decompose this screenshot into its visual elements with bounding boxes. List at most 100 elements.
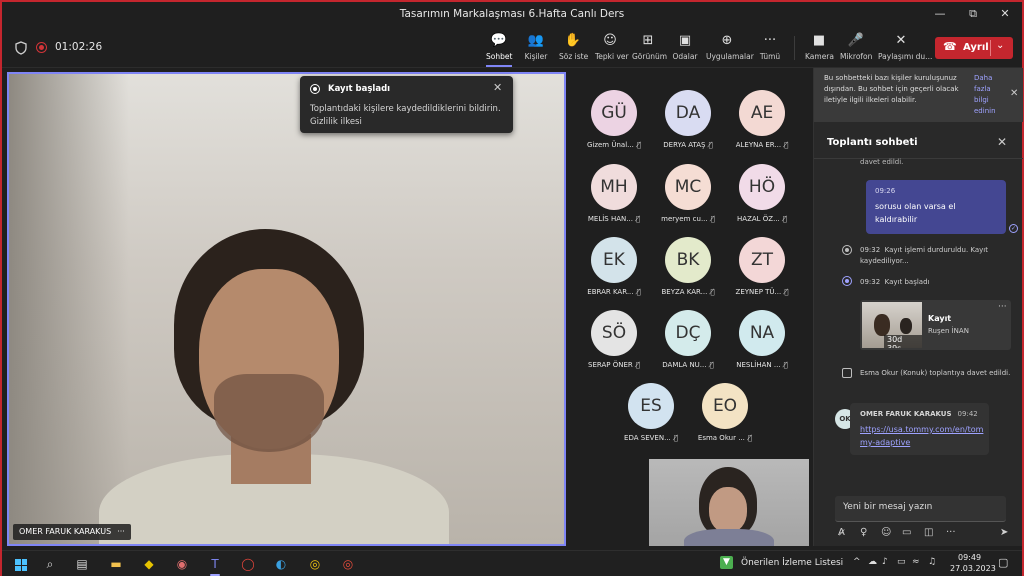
camera-button[interactable]: ■ Kamera — [805, 32, 834, 64]
participant-tile[interactable]: ES EDA SEVEN... 🎙̸ — [614, 371, 688, 443]
chevron-down-icon[interactable]: ⌄ — [996, 40, 1004, 51]
leave-divider — [990, 40, 991, 56]
event-text: Kayıt başladı — [884, 278, 930, 286]
mic-muted-icon: 🎙̸ — [747, 434, 753, 442]
send-icon[interactable]: ➤ — [1000, 527, 1008, 538]
search-icon[interactable]: ⌕ — [39, 554, 61, 574]
volume-icon[interactable]: ♫ — [928, 557, 936, 567]
self-video-preview[interactable] — [649, 459, 809, 546]
self-body — [684, 529, 774, 546]
participant-tile[interactable]: EO Esma Okur ... 🎙̸ — [688, 371, 762, 443]
view-button[interactable]: ⊞ Görünüm — [632, 32, 667, 64]
microphone-button[interactable]: 🎤 Mikrofon — [840, 32, 872, 64]
close-icon[interactable]: ✕ — [1010, 88, 1018, 99]
compose-box[interactable] — [835, 496, 1006, 522]
participant-tile[interactable]: MC meryem cu... 🎙̸ — [651, 152, 725, 224]
wifi-icon[interactable]: ≈ — [912, 557, 920, 567]
stop-share-button[interactable]: ✕ Paylaşımı du... — [878, 32, 932, 64]
speaker-name-tag: OMER FARUK KARAKUS ··· — [13, 524, 131, 540]
participant-tile[interactable]: AE ALEYNA ER... 🎙̸ — [725, 78, 799, 150]
mic-muted-icon: 🎙̸ — [784, 141, 789, 149]
recording-thumbnail[interactable]: 30d 39s — [862, 302, 922, 348]
message-time: 09:42 — [957, 410, 978, 418]
widgets-label[interactable]: Önerilen İzleme Listesi — [741, 558, 843, 568]
opera-icon[interactable]: ◯ — [237, 554, 259, 574]
privacy-policy-link[interactable]: Gizlilik ilkesi — [310, 116, 505, 129]
emoji-icon[interactable]: ☺ — [881, 527, 891, 538]
participant-name: meryem cu... 🎙̸ — [651, 215, 725, 223]
close-icon[interactable]: ✕ — [493, 81, 502, 94]
leave-button[interactable]: ☎ Ayrıl ⌄ — [935, 37, 1013, 59]
participant-tile[interactable]: ZT ZEYNEP TÜ... 🎙̸ — [725, 225, 799, 297]
apps-button[interactable]: ⊕ Uygulamalar — [706, 32, 754, 64]
minimize-button[interactable]: — — [929, 5, 951, 23]
format-icon[interactable]: A̷ — [838, 527, 845, 538]
sticky-notes-icon[interactable]: ◆ — [138, 554, 160, 574]
teams-icon[interactable]: T — [204, 554, 226, 576]
chrome-profile-icon[interactable]: ◎ — [337, 554, 359, 574]
file-explorer-icon[interactable]: ▬ — [105, 554, 127, 574]
onedrive-icon[interactable]: ☁ — [868, 557, 877, 567]
participant-chat-message[interactable]: OMER FARUK KARAKUS 09:42 https://usa.tomm… — [850, 403, 989, 455]
participant-tile[interactable]: NA NESLİHAN ... 🎙̸ — [725, 298, 799, 370]
avatar: DA — [665, 90, 711, 136]
mic-muted-icon: 🎙̸ — [783, 361, 788, 369]
chrome-icon[interactable]: ◎ — [304, 554, 326, 574]
more-options-icon[interactable]: ··· — [998, 302, 1007, 312]
participant-name: ALEYNA ER... 🎙̸ — [725, 141, 799, 149]
participant-name: DERYA ATAŞ 🎙̸ — [651, 141, 725, 149]
gif-icon[interactable]: ▭ — [902, 527, 911, 538]
raise-hand-button[interactable]: ✋ Söz iste — [559, 32, 588, 64]
recording-indicator-icon — [36, 42, 47, 53]
participant-tile[interactable]: MH MELİS HAN... 🎙̸ — [577, 152, 651, 224]
avatar: MC — [665, 164, 711, 210]
thumbnail-person — [874, 314, 890, 336]
more-actions-icon[interactable]: ··· — [946, 527, 956, 538]
participant-name: HAZAL ÖZ... 🎙̸ — [725, 215, 799, 223]
speaker-name: OMER FARUK KARAKUS — [19, 527, 112, 536]
clock-time[interactable]: 09:49 — [958, 553, 981, 562]
people-button[interactable]: 👥 Kişiler — [523, 32, 549, 64]
maximize-button[interactable]: ⧉ — [962, 5, 984, 23]
learn-more-link[interactable]: Daha fazla bilgi edinin — [974, 73, 1006, 117]
participant-tile[interactable]: GÜ Gizem Ünal... 🎙̸ — [577, 78, 651, 150]
close-chat-icon[interactable]: ✕ — [997, 135, 1007, 149]
more-button[interactable]: ··· Tümü — [758, 32, 782, 64]
widgets-icon[interactable]: ▼ — [720, 556, 733, 569]
start-button[interactable] — [10, 554, 32, 574]
shield-icon[interactable] — [15, 41, 27, 55]
participant-tile[interactable]: BK BEYZA KAR... 🎙̸ — [651, 225, 725, 297]
participant-name-text: Gizem Ünal... — [586, 141, 634, 149]
avatar: BK — [665, 237, 711, 283]
chevron-up-icon[interactable]: ^ — [853, 557, 861, 567]
video-background — [9, 74, 129, 544]
invite-icon — [842, 368, 852, 378]
recording-card[interactable]: 30d 39s Kayıt Ruşen İNAN ··· — [860, 300, 1011, 350]
message-link[interactable]: https://usa.tommy.com/en/tommy-adaptive — [860, 423, 985, 449]
main-video-feed[interactable]: OMER FARUK KARAKUS ··· — [7, 72, 566, 546]
notification-icon[interactable]: ▢ — [998, 556, 1008, 569]
edge-icon[interactable]: ◐ — [270, 554, 292, 574]
microphone-icon[interactable]: ♪ — [882, 557, 888, 567]
participant-tile[interactable]: EK EBRAR KAR... 🎙̸ — [577, 225, 651, 297]
participant-tile[interactable]: DA DERYA ATAŞ 🎙̸ — [651, 78, 725, 150]
react-button[interactable]: ☺ Tepki ver — [595, 32, 629, 64]
meeting-chat-panel: Bu sohbetteki bazı kişiler kuruluşunuz d… — [813, 68, 1023, 546]
chat-button[interactable]: 💬 Sohbet — [486, 32, 512, 67]
more-options-icon[interactable]: ··· — [117, 527, 125, 536]
message-input[interactable] — [843, 502, 998, 512]
sticker-icon[interactable]: ◫ — [924, 527, 933, 538]
praise-icon[interactable]: ♀ — [860, 527, 867, 538]
participant-tile[interactable]: HÖ HAZAL ÖZ... 🎙̸ — [725, 152, 799, 224]
participant-tile[interactable]: DÇ DAMLA NU... 🎙̸ — [651, 298, 725, 370]
my-chat-message[interactable]: 09:26 sorusu olan varsa el kaldırabilir — [866, 180, 1006, 234]
close-window-button[interactable]: ✕ — [994, 5, 1016, 23]
app-icon[interactable]: ◉ — [171, 554, 193, 574]
battery-icon[interactable]: ▭ — [897, 557, 906, 567]
participant-tile[interactable]: SÖ SERAP ÖNER 🎙̸ — [577, 298, 651, 370]
clock-date[interactable]: 27.03.2023 — [950, 564, 996, 573]
task-view-icon[interactable]: ▤ — [71, 554, 93, 574]
rooms-button[interactable]: ▣ Odalar — [672, 32, 698, 64]
phone-icon: ☎ — [943, 40, 957, 53]
avatar: DÇ — [665, 310, 711, 356]
